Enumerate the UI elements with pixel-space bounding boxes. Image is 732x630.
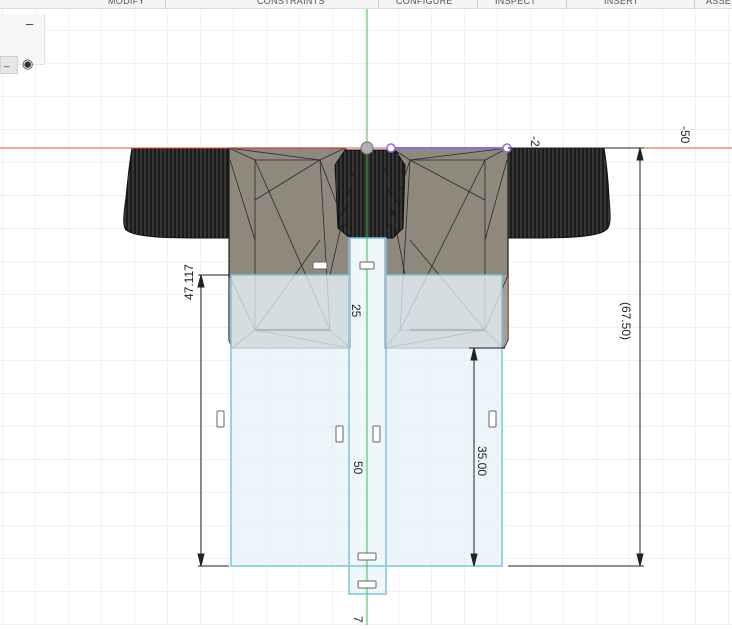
toolbar: MODIFY CONSTRAINTS CONFIGURE INSPECT INS…: [0, 0, 732, 9]
dimension-neck-width[interactable]: 25: [349, 304, 363, 318]
knurl-right: [507, 147, 611, 239]
ruler-label-neg50: -50: [678, 126, 692, 144]
sketch-canvas[interactable]: -25 -50 (67.50) 47.117 35.00 50 25 7 MOD…: [0, 0, 732, 625]
ruler-label-neg25: -25: [528, 136, 542, 154]
collapse-button[interactable]: –: [26, 16, 33, 31]
viewport[interactable]: -25 -50 (67.50) 47.117 35.00 50 25 7: [0, 0, 732, 625]
dimension-right-height[interactable]: 35.00: [475, 446, 489, 476]
dimension-total-height[interactable]: (67.50): [619, 302, 633, 340]
menu-constraints[interactable]: CONSTRAINTS: [257, 0, 325, 8]
menu-insert[interactable]: INSERT: [604, 0, 639, 8]
menu-inspect[interactable]: INSPECT: [495, 0, 536, 8]
dimension-slot-height[interactable]: 50: [351, 461, 365, 475]
panel-field-text: _: [4, 57, 10, 68]
dimension-bottom-cut[interactable]: 7: [351, 616, 365, 623]
menu-modify[interactable]: MODIFY: [108, 0, 145, 8]
radio-target-icon[interactable]: ◉: [22, 56, 33, 72]
panel-field[interactable]: _: [0, 56, 18, 74]
knurl-left: [123, 147, 231, 239]
browser-panel: – _ ◉: [0, 14, 45, 74]
menu-configure[interactable]: CONFIGURE: [396, 0, 453, 8]
menu-assemble[interactable]: ASSE: [706, 0, 731, 8]
dimension-left-height[interactable]: 47.117: [182, 264, 196, 300]
